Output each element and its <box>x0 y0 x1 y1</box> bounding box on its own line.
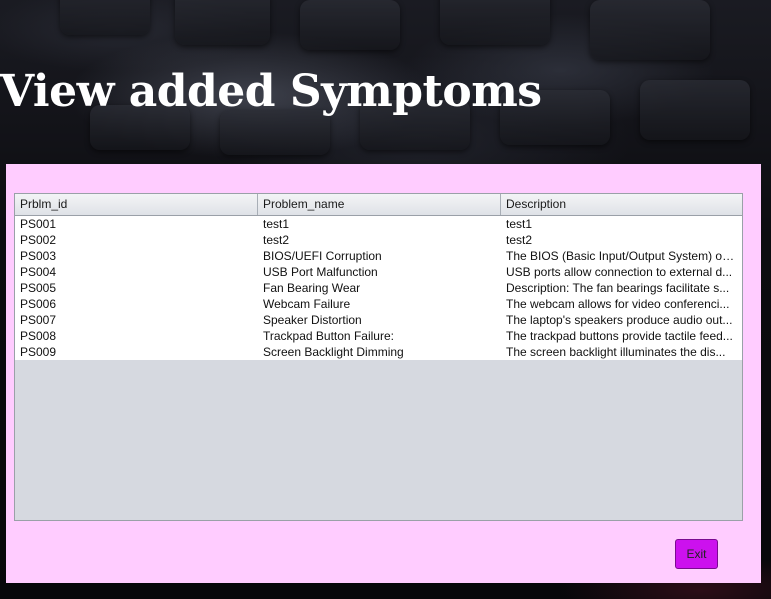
cell-description: test2 <box>506 233 533 247</box>
content-panel: Prblm_id Problem_name Description PS001 … <box>6 164 761 583</box>
cell-prblm-id: PS008 <box>20 329 57 343</box>
cell-prblm-id: PS007 <box>20 313 57 327</box>
cell-problem-name: test1 <box>263 217 290 231</box>
cell-prblm-id: PS009 <box>20 345 57 359</box>
table-row[interactable]: PS007 Speaker Distortion The laptop's sp… <box>15 312 742 328</box>
table-row[interactable]: PS001 test1 test1 <box>15 216 742 232</box>
cell-prblm-id: PS005 <box>20 281 57 295</box>
keyboard-key-decoration <box>300 0 400 50</box>
keyboard-key-decoration <box>60 0 150 35</box>
cell-problem-name: Webcam Failure <box>263 297 351 311</box>
cell-description: The laptop's speakers produce audio out.… <box>506 313 733 327</box>
cell-problem-name: USB Port Malfunction <box>263 265 378 279</box>
symptoms-table[interactable]: Prblm_id Problem_name Description PS001 … <box>14 193 743 521</box>
column-header-problem-name[interactable]: Problem_name <box>258 194 501 215</box>
page-title: View added Symptoms <box>0 66 542 117</box>
exit-button[interactable]: Exit <box>675 539 718 569</box>
cell-description: The trackpad buttons provide tactile fee… <box>506 329 733 343</box>
cell-problem-name: BIOS/UEFI Corruption <box>263 249 382 263</box>
column-header-prblm-id[interactable]: Prblm_id <box>15 194 258 215</box>
table-row[interactable]: PS009 Screen Backlight Dimming The scree… <box>15 344 742 360</box>
table-header: Prblm_id Problem_name Description <box>15 194 742 216</box>
cell-description: Description: The fan bearings facilitate… <box>506 281 730 295</box>
cell-problem-name: Speaker Distortion <box>263 313 362 327</box>
cell-prblm-id: PS006 <box>20 297 57 311</box>
table-body: PS001 test1 test1 PS002 test2 test2 PS00… <box>15 216 742 360</box>
table-row[interactable]: PS002 test2 test2 <box>15 232 742 248</box>
table-row[interactable]: PS004 USB Port Malfunction USB ports all… <box>15 264 742 280</box>
keyboard-key-decoration <box>590 0 710 60</box>
keyboard-key-decoration <box>440 0 550 45</box>
cell-problem-name: test2 <box>263 233 290 247</box>
table-row[interactable]: PS005 Fan Bearing Wear Description: The … <box>15 280 742 296</box>
cell-prblm-id: PS003 <box>20 249 57 263</box>
cell-description: USB ports allow connection to external d… <box>506 265 733 279</box>
cell-description: The webcam allows for video conferenci..… <box>506 297 730 311</box>
table-row[interactable]: PS006 Webcam Failure The webcam allows f… <box>15 296 742 312</box>
cell-description: test1 <box>506 217 533 231</box>
cell-prblm-id: PS002 <box>20 233 57 247</box>
cell-description: The BIOS (Basic Input/Output System) or … <box>506 249 740 263</box>
keyboard-key-decoration <box>175 0 270 45</box>
table-row[interactable]: PS003 BIOS/UEFI Corruption The BIOS (Bas… <box>15 248 742 264</box>
column-header-description[interactable]: Description <box>501 194 742 215</box>
cell-prblm-id: PS001 <box>20 217 57 231</box>
keyboard-key-decoration <box>640 80 750 140</box>
cell-description: The screen backlight illuminates the dis… <box>506 345 726 359</box>
table-row[interactable]: PS008 Trackpad Button Failure: The track… <box>15 328 742 344</box>
cell-problem-name: Fan Bearing Wear <box>263 281 361 295</box>
cell-problem-name: Screen Backlight Dimming <box>263 345 404 359</box>
cell-prblm-id: PS004 <box>20 265 57 279</box>
cell-problem-name: Trackpad Button Failure: <box>263 329 394 343</box>
